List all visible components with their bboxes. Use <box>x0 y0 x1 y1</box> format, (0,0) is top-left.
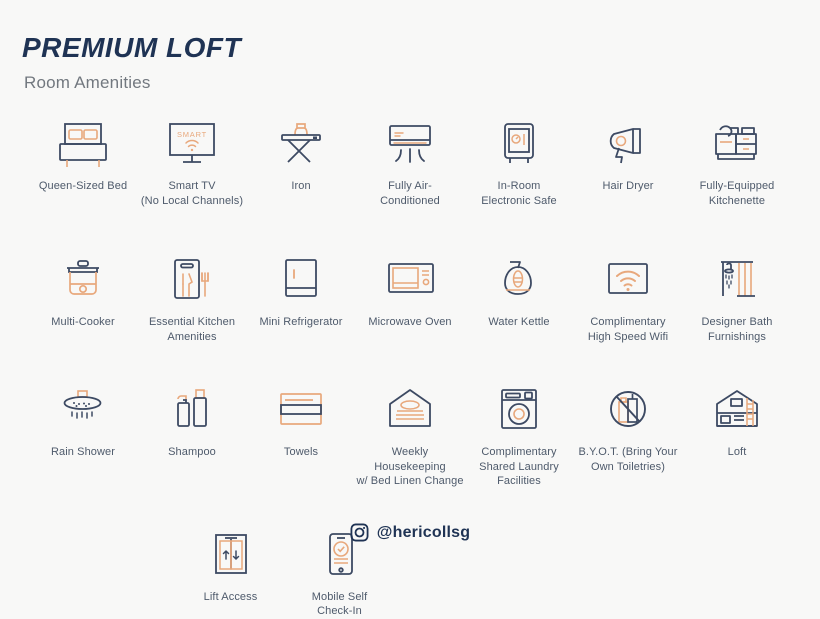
amenity-item-bed: Queen-Sized Bed <box>29 112 138 208</box>
bath-furnishings-icon <box>709 248 765 306</box>
no-toiletries-icon <box>600 378 656 436</box>
amenity-item-byot: B.Y.O.T. (Bring Your Own Toiletries) <box>574 378 683 489</box>
amenity-item-safe: In-Room Electronic Safe <box>465 112 574 208</box>
amenity-item-towels: Towels <box>247 378 356 489</box>
amenity-item-kitchen-amenities: Essential Kitchen Amenities <box>138 248 247 344</box>
amenity-label: Complimentary Shared Laundry Facilities <box>479 446 559 487</box>
safe-icon <box>493 112 545 170</box>
amenity-item-microwave: Microwave Oven <box>356 248 465 344</box>
amenity-item-smart-tv: SMART Smart TV (No Local Channels) <box>138 112 247 208</box>
amenity-label: Fully-Equipped Kitchenette <box>699 180 775 207</box>
row-spacer <box>0 344 820 378</box>
kettle-icon <box>493 248 545 306</box>
amenity-item-shampoo: Shampoo <box>138 378 247 489</box>
page-title: PREMIUM LOFT <box>22 32 242 63</box>
amenity-row: Rain Shower Shampoo Towels Weekly Housek… <box>0 378 820 489</box>
amenity-label: Mini Refrigerator <box>259 316 343 328</box>
towels-icon <box>272 378 330 436</box>
bed-icon <box>52 112 114 170</box>
amenity-label: Rain Shower <box>50 446 116 458</box>
amenity-item-wifi: Complimentary High Speed Wifi <box>574 248 683 344</box>
amenity-item-air-conditioned: Fully Air- Conditioned <box>356 112 465 208</box>
amenity-item-iron: Iron <box>247 112 356 208</box>
wifi-icon <box>600 248 656 306</box>
iron-icon <box>274 112 328 170</box>
shampoo-icon <box>165 378 219 436</box>
amenity-label: Complimentary High Speed Wifi <box>587 316 669 343</box>
air-conditioner-icon <box>381 112 439 170</box>
amenity-item-kettle: Water Kettle <box>465 248 574 344</box>
amenity-label: Designer Bath Furnishings <box>701 316 773 343</box>
housekeeping-icon <box>380 378 440 436</box>
svg-text:SMART: SMART <box>177 130 207 139</box>
mini-refrigerator-icon <box>275 248 327 306</box>
amenity-row: Queen-Sized Bed SMART Smart TV (No Local… <box>0 112 820 208</box>
amenity-label: Hair Dryer <box>602 180 654 192</box>
page-subtitle: Room Amenities <box>24 73 151 92</box>
amenity-item-bath-furnishings: Designer Bath Furnishings <box>683 248 792 344</box>
amenity-item-rain-shower: Rain Shower <box>29 378 138 489</box>
amenities-grid: Queen-Sized Bed SMART Smart TV (No Local… <box>0 112 820 619</box>
amenity-label: Queen-Sized Bed <box>38 180 128 192</box>
kitchen-utensils-icon <box>164 248 220 306</box>
microwave-icon <box>381 248 439 306</box>
amenity-label: Loft <box>727 446 747 458</box>
row-spacer <box>0 214 820 248</box>
amenity-label: Microwave Oven <box>368 316 452 328</box>
amenity-item-loft: Loft <box>683 378 792 489</box>
amenity-item-mini-refrigerator: Mini Refrigerator <box>247 248 356 344</box>
amenity-label: Smart TV (No Local Channels) <box>140 180 244 207</box>
amenity-label: Lift Access <box>203 590 258 603</box>
amenity-label: In-Room Electronic Safe <box>481 180 557 207</box>
amenity-row: Multi-Cooker Essential Kitchen Amenities… <box>0 248 820 344</box>
amenity-label: Essential Kitchen Amenities <box>148 316 236 343</box>
smart-tv-icon: SMART <box>163 112 221 170</box>
amenity-label: Weekly Housekeeping w/ Bed Linen Change <box>356 446 464 487</box>
amenity-label: Fully Air- Conditioned <box>380 180 440 207</box>
amenity-item-hair-dryer: Hair Dryer <box>574 112 683 208</box>
amenity-label: B.Y.O.T. (Bring Your Own Toiletries) <box>578 446 678 473</box>
hair-dryer-icon <box>600 112 656 170</box>
amenity-item-laundry: Complimentary Shared Laundry Facilities <box>465 378 574 489</box>
amenity-label: Iron <box>291 180 311 192</box>
instagram-handle[interactable]: @hericollsg <box>377 524 470 542</box>
amenity-label: Towels <box>283 446 319 458</box>
amenity-label: Water Kettle <box>488 316 550 328</box>
amenity-label: Mobile Self Check-In <box>311 590 368 618</box>
rain-shower-icon <box>54 378 112 436</box>
instagram-icon[interactable] <box>350 523 369 542</box>
multi-cooker-icon <box>56 248 110 306</box>
laundry-icon <box>492 378 546 436</box>
row-spacer <box>0 489 820 523</box>
amenity-label: Multi-Cooker <box>51 316 115 328</box>
amenity-item-housekeeping: Weekly Housekeeping w/ Bed Linen Change <box>356 378 465 489</box>
loft-icon <box>708 378 766 436</box>
footer: @hericollsg <box>0 523 820 542</box>
header: PREMIUM LOFT Room Amenities <box>22 32 241 93</box>
amenity-label: Shampoo <box>168 446 216 458</box>
kitchenette-icon <box>706 112 768 170</box>
amenity-item-kitchenette: Fully-Equipped Kitchenette <box>683 112 792 208</box>
amenity-item-multi-cooker: Multi-Cooker <box>29 248 138 344</box>
